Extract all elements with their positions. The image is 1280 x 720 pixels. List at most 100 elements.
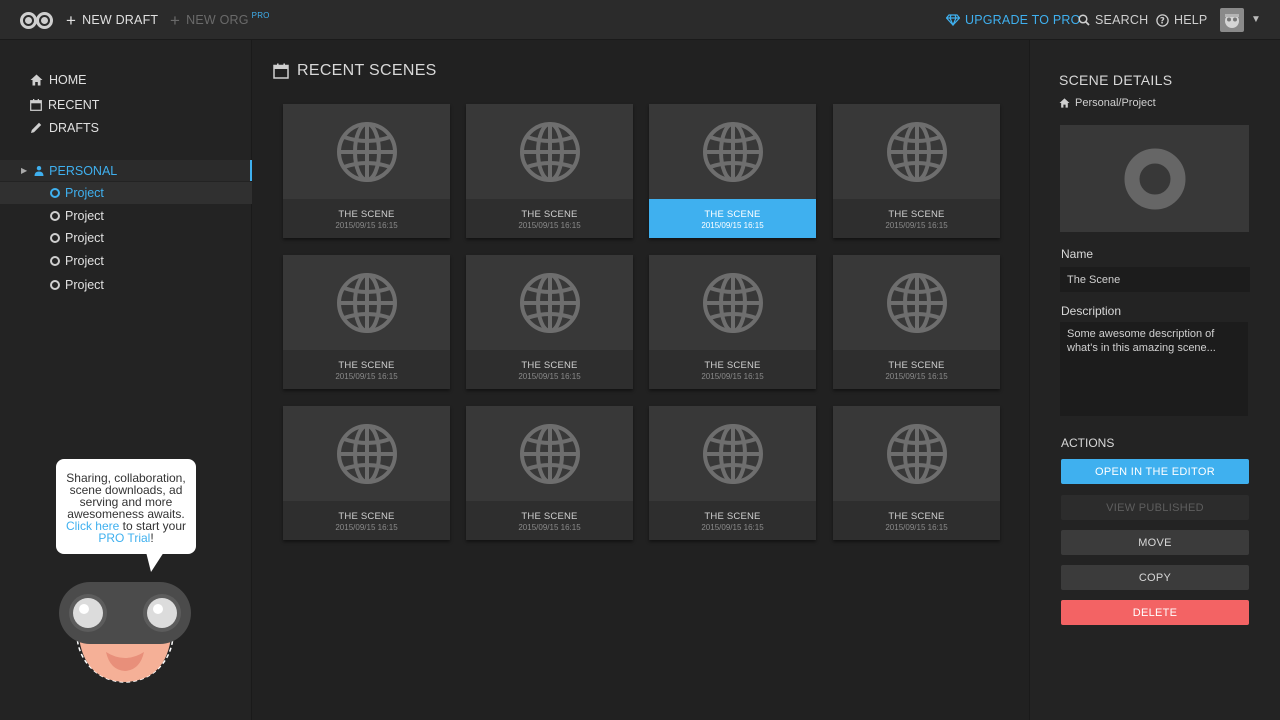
search-label: SEARCH — [1095, 13, 1149, 27]
search-button[interactable]: SEARCH — [1078, 0, 1148, 40]
scene-card[interactable]: THE SCENE 2015/09/15 16:15 — [649, 255, 816, 389]
scene-date: 2015/09/15 16:15 — [701, 523, 764, 532]
globe-icon — [886, 121, 947, 182]
sidebar-item-recent[interactable]: RECENT — [30, 96, 99, 114]
sidebar-item-project[interactable]: Project — [0, 227, 252, 249]
scene-card[interactable]: THE SCENE 2015/09/15 16:15 — [833, 406, 1000, 540]
scene-card[interactable]: THE SCENE 2015/09/15 16:15 — [833, 104, 1000, 238]
view-published-button[interactable]: VIEW PUBLISHED — [1061, 495, 1249, 520]
sidebar-item-personal[interactable]: ▶ PERSONAL — [0, 160, 252, 181]
new-org-button[interactable]: + NEW ORG PRO — [170, 0, 270, 40]
breadcrumb-path: Personal/Project — [1075, 97, 1156, 109]
scene-date: 2015/09/15 16:15 — [335, 523, 398, 532]
calendar-icon — [30, 99, 42, 111]
promo-bubble-tail — [146, 552, 164, 572]
scene-caption: THE SCENE 2015/09/15 16:15 — [833, 199, 1000, 238]
user-avatar-icon — [1225, 14, 1239, 28]
details-title: SCENE DETAILS — [1059, 72, 1173, 88]
scene-thumbnail — [466, 255, 633, 350]
promo-bubble: Sharing, collaboration, scene downloads,… — [56, 459, 196, 554]
scene-title: THE SCENE — [521, 209, 578, 220]
scene-card[interactable]: THE SCENE 2015/09/15 16:15 — [466, 104, 633, 238]
scene-title: THE SCENE — [704, 360, 761, 371]
sidebar-item-label: HOME — [49, 73, 87, 87]
upgrade-button[interactable]: UPGRADE TO PRO — [946, 0, 1081, 40]
globe-icon — [336, 272, 397, 333]
user-group-icon — [34, 165, 44, 176]
globe-icon — [336, 423, 397, 484]
scene-date: 2015/09/15 16:15 — [701, 372, 764, 381]
calendar-icon — [273, 63, 289, 79]
scene-thumbnail — [649, 255, 816, 350]
help-icon: ? — [1156, 13, 1169, 27]
promo-text: ! — [150, 531, 154, 545]
expand-arrow-icon[interactable]: ▶ — [21, 166, 27, 175]
details-breadcrumb[interactable]: Personal/Project — [1059, 97, 1156, 109]
scene-thumbnail — [833, 104, 1000, 199]
sidebar-item-project[interactable]: Project — [0, 274, 252, 296]
scene-caption: THE SCENE 2015/09/15 16:15 — [649, 501, 816, 540]
mascot-illustration — [59, 582, 191, 683]
scene-date: 2015/09/15 16:15 — [335, 221, 398, 230]
sidebar-item-project[interactable]: Project — [0, 205, 252, 227]
avatar[interactable] — [1220, 8, 1244, 32]
sidebar-item-project[interactable]: Project — [0, 250, 252, 272]
plus-icon: + — [170, 10, 181, 30]
sidebar-item-home[interactable]: HOME — [30, 71, 87, 89]
scene-card[interactable]: THE SCENE 2015/09/15 16:15 — [466, 255, 633, 389]
move-button[interactable]: MOVE — [1061, 530, 1249, 555]
scene-date: 2015/09/15 16:15 — [701, 221, 764, 230]
scene-thumbnail — [283, 104, 450, 199]
scene-card[interactable]: THE SCENE 2015/09/15 16:15 — [466, 406, 633, 540]
sidebar-item-drafts[interactable]: DRAFTS — [30, 119, 99, 137]
scene-placeholder-icon — [1124, 148, 1185, 209]
scene-thumbnail — [649, 406, 816, 501]
pro-trial-link[interactable]: PRO Trial — [98, 531, 150, 545]
globe-icon — [702, 272, 763, 333]
scene-title: THE SCENE — [338, 360, 395, 371]
home-icon — [30, 74, 43, 86]
help-button[interactable]: ? HELP — [1156, 0, 1207, 40]
scene-date: 2015/09/15 16:15 — [518, 221, 581, 230]
copy-button[interactable]: COPY — [1061, 565, 1249, 590]
globe-icon — [519, 272, 580, 333]
name-field[interactable] — [1060, 267, 1250, 292]
scene-title: THE SCENE — [888, 360, 945, 371]
scene-card[interactable]: THE SCENE 2015/09/15 16:15 — [283, 255, 450, 389]
logo-icon[interactable] — [20, 12, 53, 29]
open-in-editor-button[interactable]: OPEN IN THE EDITOR — [1061, 459, 1249, 484]
new-draft-button[interactable]: + NEW DRAFT — [66, 0, 158, 40]
scene-thumbnail — [833, 406, 1000, 501]
scene-thumbnail — [833, 255, 1000, 350]
project-ring-icon — [50, 211, 60, 221]
scene-thumbnail — [283, 406, 450, 501]
project-label: Project — [65, 209, 104, 223]
project-label: Project — [65, 254, 104, 268]
user-menu-caret-icon[interactable]: ▼ — [1251, 14, 1261, 25]
new-org-label: NEW ORG — [186, 13, 249, 27]
scene-caption: THE SCENE 2015/09/15 16:15 — [649, 350, 816, 389]
scene-card[interactable]: THE SCENE 2015/09/15 16:15 — [833, 255, 1000, 389]
upgrade-label: UPGRADE TO PRO — [965, 13, 1081, 27]
delete-button[interactable]: DELETE — [1061, 600, 1249, 625]
scene-title: THE SCENE — [521, 360, 578, 371]
project-label: Project — [65, 278, 104, 292]
scene-caption: THE SCENE 2015/09/15 16:15 — [649, 199, 816, 238]
page-title: RECENT SCENES — [273, 60, 437, 82]
scene-title: THE SCENE — [888, 209, 945, 220]
scene-card[interactable]: THE SCENE 2015/09/15 16:15 — [283, 406, 450, 540]
scene-title: THE SCENE — [888, 511, 945, 522]
scene-card[interactable]: THE SCENE 2015/09/15 16:15 — [283, 104, 450, 238]
globe-icon — [519, 423, 580, 484]
scene-card[interactable]: THE SCENE 2015/09/15 16:15 — [649, 406, 816, 540]
scene-card[interactable]: THE SCENE 2015/09/15 16:15 — [649, 104, 816, 238]
page-title-label: RECENT SCENES — [297, 62, 437, 79]
scene-title: THE SCENE — [521, 511, 578, 522]
globe-icon — [702, 121, 763, 182]
scene-thumbnail — [649, 104, 816, 199]
scene-caption: THE SCENE 2015/09/15 16:15 — [833, 501, 1000, 540]
scene-date: 2015/09/15 16:15 — [885, 523, 948, 532]
globe-icon — [336, 121, 397, 182]
description-field[interactable]: Some awesome description of what's in th… — [1060, 322, 1248, 416]
sidebar-item-project[interactable]: Project — [0, 182, 252, 204]
